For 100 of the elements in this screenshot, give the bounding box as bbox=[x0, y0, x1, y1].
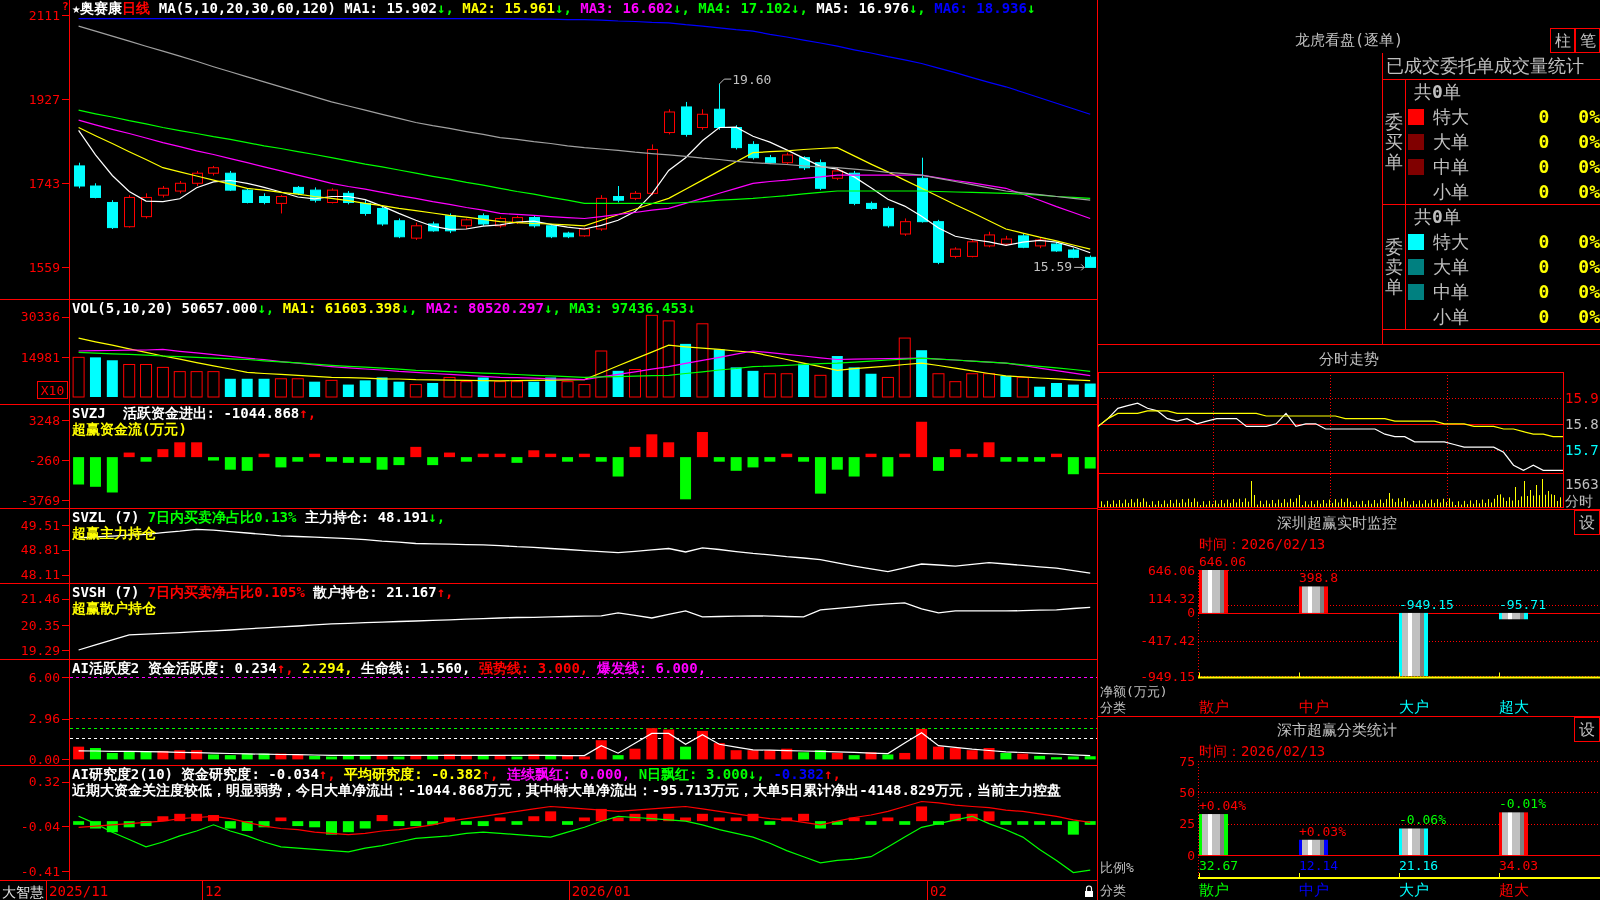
view-toggle-button[interactable]: 柱 bbox=[1550, 28, 1575, 53]
candlestick bbox=[1018, 233, 1029, 249]
candlestick bbox=[815, 159, 826, 191]
legend-text: MA6: 18.936 bbox=[934, 0, 1027, 16]
legend-text: 主力持仓: 48.191 bbox=[304, 509, 429, 525]
legend-text: AI研究度2(10) 资金研究度: -0.034 bbox=[72, 766, 319, 782]
candlestick bbox=[141, 192, 152, 219]
candlestick bbox=[950, 246, 961, 259]
bar-value-label: 646.06 bbox=[1199, 554, 1246, 569]
candlestick bbox=[529, 215, 540, 229]
axis-tick-label: 15.9 bbox=[1565, 389, 1599, 406]
legend-text: MA5: 16.976 bbox=[816, 0, 909, 16]
legend-text: ↓, bbox=[543, 300, 561, 316]
candlestick bbox=[748, 140, 759, 160]
legend-text: 超赢散户持仓 bbox=[72, 600, 156, 616]
candlestick bbox=[832, 167, 843, 181]
change-percent-label: +0.03% bbox=[1299, 823, 1346, 839]
chart-title: 深圳超赢实时监控 bbox=[1277, 514, 1397, 532]
candlestick bbox=[546, 223, 557, 239]
side-label: 委卖单 bbox=[1385, 237, 1403, 297]
date-label: 02 bbox=[930, 883, 947, 899]
candlestick bbox=[1001, 235, 1012, 247]
legend-text: VOL(5,10,20) 50657.000 bbox=[72, 300, 258, 316]
legend-text: ↑, bbox=[318, 766, 336, 782]
annotation: 19.60 bbox=[732, 72, 772, 88]
candlestick bbox=[158, 185, 169, 198]
settings-button[interactable]: 设 bbox=[1574, 510, 1600, 535]
order-count: 0 bbox=[1538, 105, 1550, 128]
axis-tick-label: 0 bbox=[1187, 847, 1195, 863]
order-count: 0 bbox=[1538, 255, 1550, 278]
candlestick bbox=[394, 217, 405, 239]
axis-tick-label: 20.35 bbox=[20, 617, 60, 633]
axis-tick-label: 48.81 bbox=[20, 542, 60, 558]
legend-text: 散户持仓: 21.167 bbox=[313, 584, 437, 600]
legend-text: 超赢资金流(万元) bbox=[72, 421, 187, 437]
candlestick bbox=[1068, 247, 1079, 259]
legend-text: SVZJ 活跃资金进出: -1044.868 bbox=[72, 405, 300, 421]
category-label: 大户 bbox=[1399, 881, 1429, 899]
order-size-label: 小单 bbox=[1433, 180, 1469, 203]
order-size-label: 中单 bbox=[1433, 280, 1469, 303]
bar-value-label: 21.16 bbox=[1399, 858, 1439, 873]
order-count: 0 bbox=[1538, 305, 1550, 328]
axis-tick-label: 75 bbox=[1179, 753, 1195, 769]
candlestick bbox=[411, 222, 422, 241]
candlestick bbox=[933, 219, 944, 265]
order-size-label: 大单 bbox=[1433, 130, 1469, 153]
order-size-label: 大单 bbox=[1433, 255, 1469, 278]
axis-tick-label: 19.29 bbox=[20, 642, 60, 658]
legend-text: AI活跃度2 资金活跃度: 0.234 bbox=[72, 660, 277, 676]
panel-title: 分时走势 bbox=[1319, 349, 1379, 368]
order-percent: 0% bbox=[1578, 305, 1600, 328]
candlestick bbox=[1085, 255, 1096, 268]
candlestick bbox=[630, 190, 641, 201]
volume-axis-label: 1563 bbox=[1565, 476, 1599, 492]
axis-tick-label: 2111 bbox=[28, 7, 60, 23]
axis-tick-label: 0 bbox=[1187, 605, 1195, 621]
legend-text: ↓ bbox=[1026, 0, 1036, 16]
bar-value-label: 32.67 bbox=[1199, 858, 1239, 873]
axis-tick-label: -3769 bbox=[20, 492, 60, 508]
annotation: 15.59 bbox=[1033, 259, 1073, 275]
view-toggle-button[interactable]: 笔 bbox=[1575, 28, 1600, 53]
settings-button[interactable]: 设 bbox=[1574, 717, 1600, 742]
axis-tick-label: 1743 bbox=[28, 175, 60, 191]
order-size-label: 中单 bbox=[1433, 155, 1469, 178]
category-label: 中户 bbox=[1299, 698, 1329, 716]
candlestick bbox=[849, 170, 860, 206]
date-label: 12 bbox=[205, 883, 222, 899]
axis-title: 比例% bbox=[1100, 860, 1134, 875]
candlestick bbox=[478, 212, 489, 227]
candlestick bbox=[276, 194, 287, 214]
unit-label: X10 bbox=[37, 381, 68, 399]
legend-text: N日飘红: 3.000 bbox=[638, 766, 749, 782]
candlestick bbox=[310, 186, 321, 203]
axis-title: 分类 bbox=[1100, 883, 1126, 898]
order-percent: 0% bbox=[1578, 230, 1600, 253]
legend-text: ↓, bbox=[908, 0, 926, 16]
legend-text: ↓, bbox=[554, 0, 572, 16]
axis-tick-label: -260 bbox=[28, 452, 60, 468]
candlestick bbox=[107, 199, 118, 230]
candlestick bbox=[900, 217, 911, 237]
candlestick bbox=[613, 185, 624, 203]
candlestick bbox=[512, 215, 523, 225]
axis-tick-label: -0.04 bbox=[20, 818, 60, 834]
axis-tick-label: 30336 bbox=[20, 309, 60, 325]
candlestick bbox=[259, 192, 270, 205]
chart-title: 深市超赢分类统计 bbox=[1277, 721, 1397, 739]
candlestick bbox=[175, 180, 186, 194]
candlestick bbox=[428, 221, 439, 233]
axis-tick-label: 6.00 bbox=[28, 669, 60, 685]
help-icon[interactable]: ? bbox=[62, 0, 69, 13]
axis-tick-label: 25 bbox=[1179, 816, 1195, 832]
axis-tick-label: -949.15 bbox=[1140, 668, 1195, 684]
axis-tick-label: 0.00 bbox=[28, 751, 60, 765]
axis-tick-label: 15.7 bbox=[1565, 441, 1599, 458]
candlestick bbox=[124, 194, 135, 229]
bar-value-label: 398.8 bbox=[1299, 570, 1339, 586]
axis-tick-label: 1559 bbox=[28, 259, 60, 275]
axis-tick-label: 114.32 bbox=[1148, 591, 1195, 607]
candlestick bbox=[984, 231, 995, 248]
legend-text: ↓, bbox=[400, 300, 418, 316]
